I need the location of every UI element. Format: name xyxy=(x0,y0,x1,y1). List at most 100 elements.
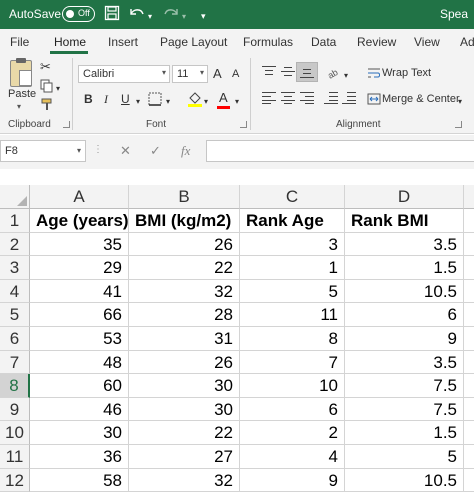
cell-b10[interactable]: 22 xyxy=(129,421,240,445)
cut-icon[interactable]: ✂ xyxy=(40,59,51,75)
align-right-icon[interactable] xyxy=(300,92,314,104)
cell-e6[interactable] xyxy=(464,327,474,351)
cell-d4[interactable]: 10.5 xyxy=(345,279,464,304)
orientation-icon[interactable]: ab xyxy=(326,64,342,84)
tab-data[interactable]: Data xyxy=(311,35,336,49)
cell-d2[interactable]: 3.5 xyxy=(345,232,464,257)
column-header-d[interactable]: D xyxy=(345,185,464,209)
cell-a9[interactable]: 46 xyxy=(30,397,129,422)
cell-e12[interactable] xyxy=(464,469,474,493)
cell-c4[interactable]: 5 xyxy=(240,279,345,304)
cell-b2[interactable]: 26 xyxy=(129,232,240,257)
undo-icon[interactable] xyxy=(128,5,146,25)
row-header-12[interactable]: 12 xyxy=(0,468,30,493)
font-name-select[interactable]: Calibri ▾ xyxy=(78,65,170,83)
borders-dropdown-icon[interactable]: ▾ xyxy=(166,94,170,110)
enter-icon[interactable]: ✓ xyxy=(150,143,161,159)
cell-a1[interactable]: Age (years) xyxy=(30,209,129,233)
decrease-indent-icon[interactable] xyxy=(324,92,338,104)
cell-e1[interactable] xyxy=(464,209,474,233)
cell-b11[interactable]: 27 xyxy=(129,445,240,469)
row-header-5[interactable]: 5 xyxy=(0,303,30,327)
name-box[interactable]: F8 ▾ xyxy=(0,140,86,162)
cell-c1[interactable]: Rank Age xyxy=(240,209,345,233)
redo-icon[interactable] xyxy=(162,5,180,25)
cell-b7[interactable]: 26 xyxy=(129,350,240,375)
merge-center-button[interactable]: Merge & Center xyxy=(382,93,460,105)
cell-a5[interactable]: 66 xyxy=(30,303,129,327)
merge-center-icon[interactable] xyxy=(367,92,381,110)
font-color-dropdown-icon[interactable]: ▾ xyxy=(235,94,239,110)
cell-e5[interactable] xyxy=(464,303,474,327)
cell-d3[interactable]: 1.5 xyxy=(345,256,464,280)
insert-function-icon[interactable]: fx xyxy=(181,143,190,159)
cell-d9[interactable]: 7.5 xyxy=(345,397,464,422)
paste-dropdown-icon[interactable]: ▾ xyxy=(17,102,21,111)
cell-e9[interactable] xyxy=(464,398,474,422)
merge-dropdown-icon[interactable]: ▾ xyxy=(458,94,462,110)
tab-insert[interactable]: Insert xyxy=(108,35,138,49)
row-header-2[interactable]: 2 xyxy=(0,232,30,257)
cell-b6[interactable]: 31 xyxy=(129,327,240,351)
cell-e2[interactable] xyxy=(464,233,474,257)
tab-review[interactable]: Review xyxy=(357,35,396,49)
underline-dropdown-icon[interactable]: ▾ xyxy=(136,94,140,110)
font-launcher-icon[interactable] xyxy=(240,121,247,128)
column-header-c[interactable]: C xyxy=(240,185,345,209)
cell-a2[interactable]: 35 xyxy=(30,232,129,257)
clipboard-launcher-icon[interactable] xyxy=(63,121,70,128)
wrap-text-button[interactable]: Wrap Text xyxy=(382,67,431,79)
cell-a12[interactable]: 58 xyxy=(30,468,129,493)
tab-page-layout[interactable]: Page Layout xyxy=(160,35,227,49)
tab-home[interactable]: Home xyxy=(54,35,86,49)
orientation-dropdown-icon[interactable]: ▾ xyxy=(344,68,348,84)
cell-c8[interactable]: 10 xyxy=(240,374,345,398)
fill-color-dropdown-icon[interactable]: ▾ xyxy=(204,94,208,110)
cell-a3[interactable]: 29 xyxy=(30,256,129,280)
copy-dropdown-icon[interactable]: ▾ xyxy=(56,81,60,97)
font-size-select[interactable]: 11 ▾ xyxy=(172,65,208,83)
cell-a4[interactable]: 41 xyxy=(30,279,129,304)
tab-view[interactable]: View xyxy=(414,35,440,49)
cell-e10[interactable] xyxy=(464,421,474,445)
fill-color-icon[interactable] xyxy=(187,90,203,112)
cell-d12[interactable]: 10.5 xyxy=(345,468,464,493)
cell-c12[interactable]: 9 xyxy=(240,468,345,493)
redo-dropdown-icon[interactable]: ▾ xyxy=(182,8,186,26)
row-header-9[interactable]: 9 xyxy=(0,397,30,422)
bold-button[interactable]: B xyxy=(84,92,93,106)
undo-dropdown-icon[interactable]: ▾ xyxy=(148,8,152,26)
column-header-a[interactable]: A xyxy=(30,185,129,209)
row-header-3[interactable]: 3 xyxy=(0,256,30,280)
autosave-toggle[interactable]: Off xyxy=(62,6,95,22)
cell-c10[interactable]: 2 xyxy=(240,421,345,445)
cell-c2[interactable]: 3 xyxy=(240,232,345,257)
cell-a10[interactable]: 30 xyxy=(30,421,129,445)
tab-file[interactable]: File xyxy=(10,35,29,49)
cell-b8[interactable]: 30 xyxy=(129,374,240,398)
cell-e8[interactable] xyxy=(464,374,474,398)
format-painter-icon[interactable] xyxy=(40,98,54,116)
bottom-align-icon[interactable] xyxy=(300,66,314,78)
cell-c11[interactable]: 4 xyxy=(240,445,345,469)
paste-icon[interactable] xyxy=(10,58,32,87)
cell-a8[interactable]: 60 xyxy=(30,374,129,398)
cell-b4[interactable]: 32 xyxy=(129,279,240,304)
cell-d11[interactable]: 5 xyxy=(345,445,464,469)
borders-icon[interactable] xyxy=(148,92,162,110)
cell-e4[interactable] xyxy=(464,280,474,304)
align-center-icon[interactable] xyxy=(281,92,295,104)
italic-button[interactable]: I xyxy=(104,92,108,107)
increase-indent-icon[interactable] xyxy=(342,92,356,104)
cell-a11[interactable]: 36 xyxy=(30,445,129,469)
column-header-b[interactable]: B xyxy=(129,185,240,209)
tab-add[interactable]: Ad xyxy=(460,35,474,49)
align-left-icon[interactable] xyxy=(262,92,276,104)
cell-c5[interactable]: 11 xyxy=(240,303,345,327)
row-header-1[interactable]: 1 xyxy=(0,209,30,233)
cell-d7[interactable]: 3.5 xyxy=(345,350,464,375)
copy-icon[interactable] xyxy=(40,79,54,97)
row-header-11[interactable]: 11 xyxy=(0,445,30,469)
row-header-10[interactable]: 10 xyxy=(0,421,30,445)
row-header-4[interactable]: 4 xyxy=(0,279,30,304)
